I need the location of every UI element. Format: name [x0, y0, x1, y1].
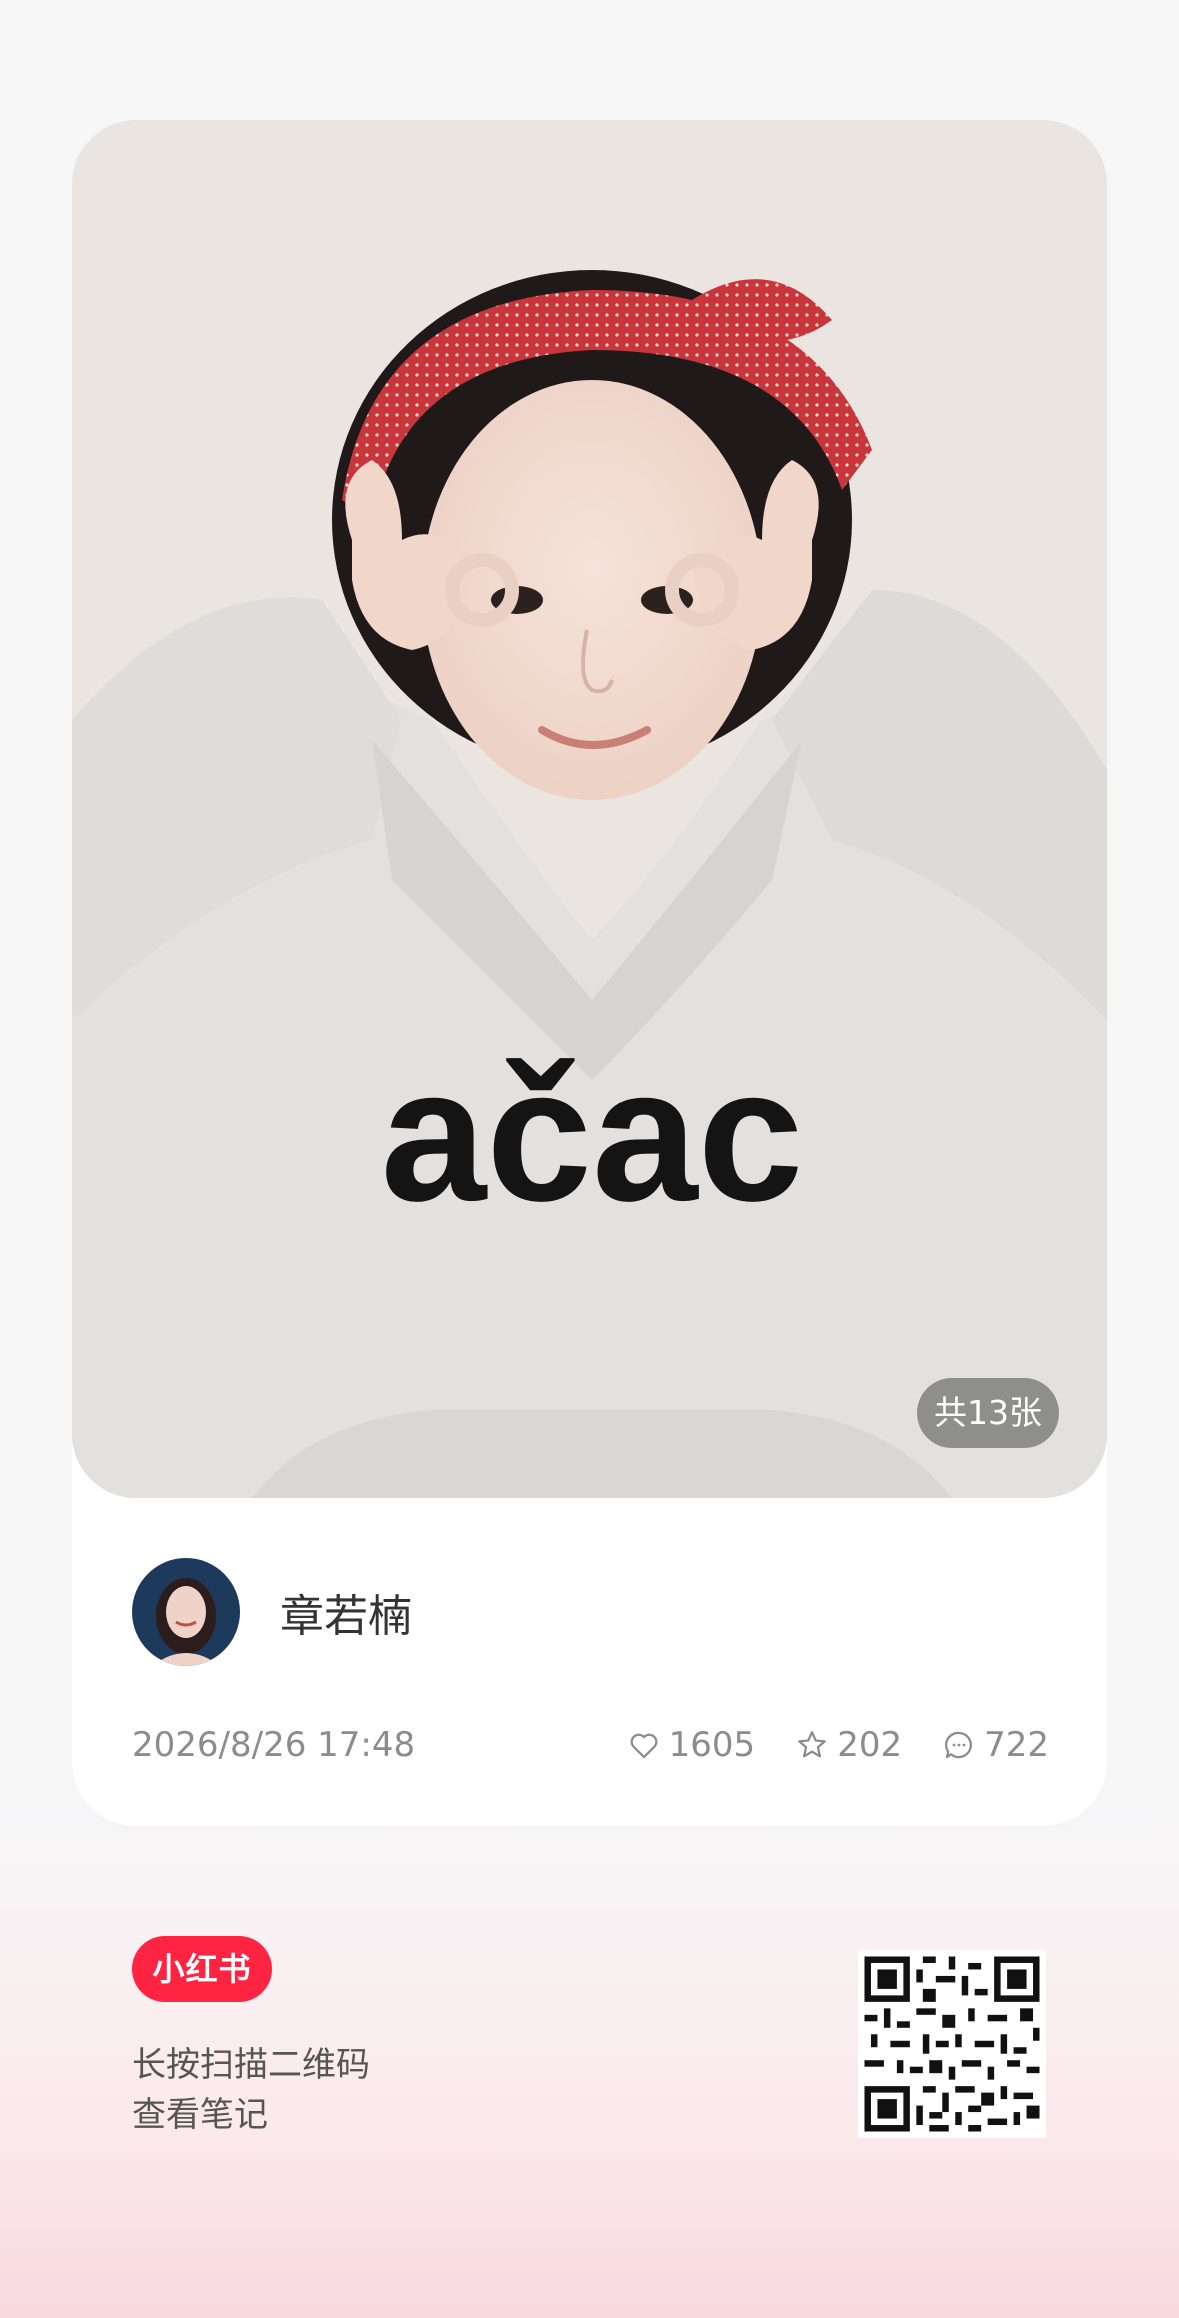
author-row[interactable]: 章若楠: [132, 1557, 412, 1667]
publish-date: 2026/8/26 17:48: [132, 1725, 416, 1765]
image-count-badge: 共13张: [917, 1378, 1059, 1448]
scan-instructions: 长按扫描二维码 查看笔记: [132, 2040, 370, 2140]
like-stat[interactable]: 1605: [627, 1725, 756, 1765]
comment-count: 722: [984, 1725, 1049, 1765]
avatar[interactable]: [132, 1558, 240, 1666]
cover-image-illustration: ačac: [72, 120, 1107, 1498]
cover-photo[interactable]: ačac 共13张: [72, 120, 1107, 1498]
heart-icon: [630, 1733, 658, 1759]
collect-stat[interactable]: 202: [795, 1725, 902, 1765]
qr-code-icon: [858, 1950, 1046, 2138]
like-count: 1605: [668, 1725, 756, 1765]
comment-stat[interactable]: 722: [942, 1725, 1049, 1765]
scan-instruction-line-1: 长按扫描二维码: [132, 2045, 370, 2085]
scan-instruction-line-2: 查看笔记: [132, 2095, 268, 2135]
author-name[interactable]: 章若楠: [280, 1580, 412, 1644]
xiaohongshu-logo: 小红书: [132, 1936, 272, 2002]
shirt-print-text: ačac: [381, 1029, 804, 1241]
note-card[interactable]: ačac 共13张 章若楠 2026/8/26 17:48 1605 202 7…: [72, 120, 1107, 1826]
qr-code[interactable]: [858, 1950, 1046, 2138]
comment-icon: [945, 1731, 972, 1759]
star-icon: [798, 1731, 827, 1758]
collect-count: 202: [837, 1725, 903, 1765]
note-meta: 2026/8/26 17:48 1605 202 722: [132, 1720, 1049, 1770]
